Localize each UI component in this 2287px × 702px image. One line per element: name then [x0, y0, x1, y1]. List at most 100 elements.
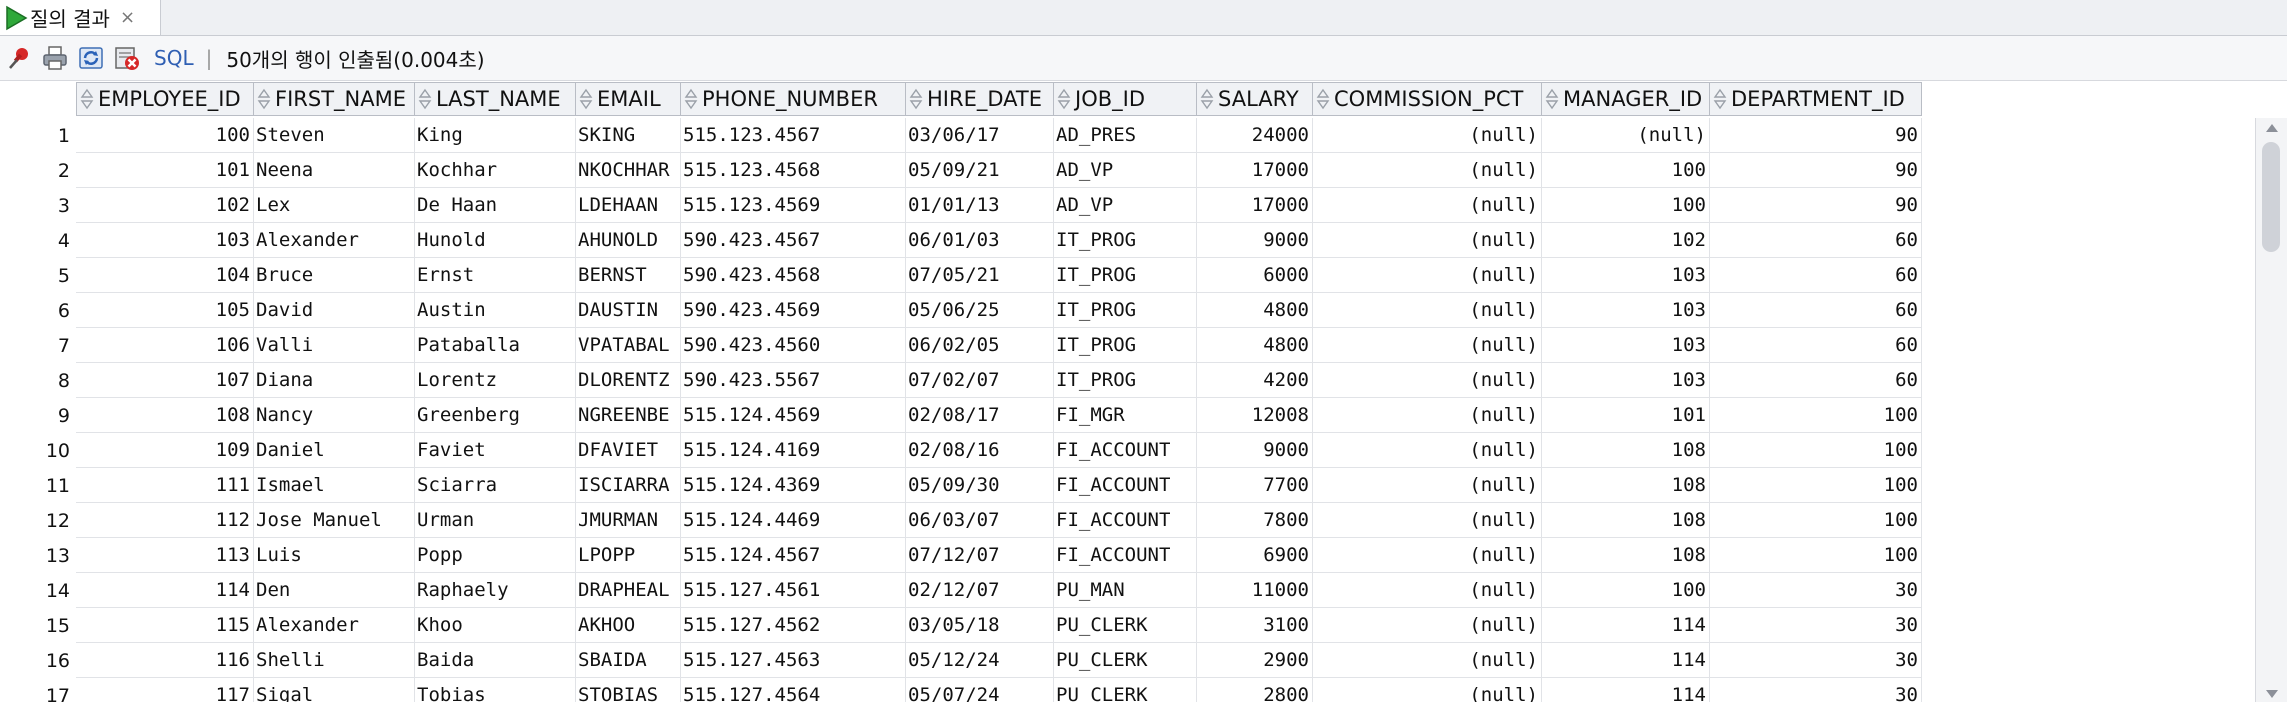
table-row[interactable]: 7 106 Valli Pataballa VPATABAL 590.423.4560 06… — [0, 328, 1922, 363]
cell-commission-pct[interactable]: (null) — [1313, 363, 1542, 398]
cell-phone-number[interactable]: 590.423.5567 — [681, 363, 906, 398]
cell-commission-pct[interactable]: (null) — [1313, 258, 1542, 293]
row-number[interactable]: 15 — [0, 608, 76, 643]
row-number[interactable]: 1 — [0, 118, 76, 153]
table-row[interactable]: 4 103 Alexander Hunold AHUNOLD 590.423.4567 06… — [0, 223, 1922, 258]
cell-manager-id[interactable]: 108 — [1542, 503, 1710, 538]
cell-hire-date[interactable]: 02/08/17 — [906, 398, 1054, 433]
cell-email[interactable]: AHUNOLD — [576, 223, 681, 258]
sort-icon[interactable] — [1057, 88, 1071, 110]
cell-commission-pct[interactable]: (null) — [1313, 293, 1542, 328]
cell-salary[interactable]: 9000 — [1197, 223, 1313, 258]
cell-first-name[interactable]: Alexander — [254, 223, 415, 258]
cell-employee-id[interactable]: 100 — [76, 118, 254, 153]
scroll-up-icon[interactable] — [2264, 122, 2280, 134]
cell-last-name[interactable]: Khoo — [415, 608, 576, 643]
cell-first-name[interactable]: Steven — [254, 118, 415, 153]
cell-job-id[interactable]: PU_CLERK — [1054, 643, 1197, 678]
row-number[interactable]: 16 — [0, 643, 76, 678]
table-row[interactable]: 8 107 Diana Lorentz DLORENTZ 590.423.5567 07/0… — [0, 363, 1922, 398]
sql-link[interactable]: SQL — [154, 46, 194, 70]
sort-icon[interactable] — [1316, 88, 1330, 110]
cell-department-id[interactable]: 100 — [1710, 468, 1922, 503]
cell-hire-date[interactable]: 02/08/16 — [906, 433, 1054, 468]
cell-last-name[interactable]: Faviet — [415, 433, 576, 468]
cell-employee-id[interactable]: 103 — [76, 223, 254, 258]
table-row[interactable]: 10 109 Daniel Faviet DFAVIET 515.124.4169 02/0… — [0, 433, 1922, 468]
cell-salary[interactable]: 7700 — [1197, 468, 1313, 503]
cell-job-id[interactable]: FI_ACCOUNT — [1054, 503, 1197, 538]
cell-email[interactable]: VPATABAL — [576, 328, 681, 363]
cell-department-id[interactable]: 60 — [1710, 293, 1922, 328]
table-row[interactable]: 14 114 Den Raphaely DRAPHEAL 515.127.4561 02/1… — [0, 573, 1922, 608]
cell-job-id[interactable]: IT_PROG — [1054, 328, 1197, 363]
cell-job-id[interactable]: IT_PROG — [1054, 223, 1197, 258]
cell-email[interactable]: DRAPHEAL — [576, 573, 681, 608]
cell-manager-id[interactable]: 103 — [1542, 328, 1710, 363]
cell-manager-id[interactable]: 101 — [1542, 398, 1710, 433]
cell-manager-id[interactable]: 103 — [1542, 258, 1710, 293]
cell-job-id[interactable]: FI_MGR — [1054, 398, 1197, 433]
cell-phone-number[interactable]: 515.127.4563 — [681, 643, 906, 678]
row-number[interactable]: 2 — [0, 153, 76, 188]
cell-salary[interactable]: 11000 — [1197, 573, 1313, 608]
sort-icon[interactable] — [579, 88, 593, 110]
cell-commission-pct[interactable]: (null) — [1313, 433, 1542, 468]
cell-hire-date[interactable]: 03/05/18 — [906, 608, 1054, 643]
table-row[interactable]: 2 101 Neena Kochhar NKOCHHAR 515.123.4568 05/0… — [0, 153, 1922, 188]
cell-hire-date[interactable]: 06/03/07 — [906, 503, 1054, 538]
cell-job-id[interactable]: IT_PROG — [1054, 258, 1197, 293]
cell-department-id[interactable]: 30 — [1710, 608, 1922, 643]
cell-first-name[interactable]: Ismael — [254, 468, 415, 503]
cell-email[interactable]: LPOPP — [576, 538, 681, 573]
cell-commission-pct[interactable]: (null) — [1313, 503, 1542, 538]
cell-hire-date[interactable]: 05/07/24 — [906, 678, 1054, 702]
column-header-first-name[interactable]: FIRST_NAME — [254, 82, 415, 116]
cell-commission-pct[interactable]: (null) — [1313, 398, 1542, 433]
cell-first-name[interactable]: Luis — [254, 538, 415, 573]
cell-phone-number[interactable]: 515.123.4569 — [681, 188, 906, 223]
cell-first-name[interactable]: Neena — [254, 153, 415, 188]
cell-email[interactable]: SKING — [576, 118, 681, 153]
cell-employee-id[interactable]: 101 — [76, 153, 254, 188]
cell-hire-date[interactable]: 01/01/13 — [906, 188, 1054, 223]
cell-job-id[interactable]: PU_MAN — [1054, 573, 1197, 608]
cell-salary[interactable]: 6900 — [1197, 538, 1313, 573]
cell-hire-date[interactable]: 05/09/21 — [906, 153, 1054, 188]
column-header-job-id[interactable]: JOB_ID — [1054, 82, 1197, 116]
cell-phone-number[interactable]: 515.124.4569 — [681, 398, 906, 433]
cell-employee-id[interactable]: 111 — [76, 468, 254, 503]
cell-department-id[interactable]: 90 — [1710, 153, 1922, 188]
cell-manager-id[interactable]: 114 — [1542, 678, 1710, 702]
cell-phone-number[interactable]: 515.124.4567 — [681, 538, 906, 573]
row-number[interactable]: 6 — [0, 293, 76, 328]
scroll-thumb[interactable] — [2262, 142, 2280, 252]
cell-phone-number[interactable]: 515.127.4564 — [681, 678, 906, 702]
cell-last-name[interactable]: Raphaely — [415, 573, 576, 608]
column-header-phone-number[interactable]: PHONE_NUMBER — [681, 82, 906, 116]
cell-email[interactable]: DAUSTIN — [576, 293, 681, 328]
table-row[interactable]: 16 116 Shelli Baida SBAIDA 515.127.4563 05/12/… — [0, 643, 1922, 678]
cell-first-name[interactable]: Nancy — [254, 398, 415, 433]
cell-commission-pct[interactable]: (null) — [1313, 643, 1542, 678]
cell-phone-number[interactable]: 515.124.4369 — [681, 468, 906, 503]
cell-phone-number[interactable]: 515.123.4568 — [681, 153, 906, 188]
row-number[interactable]: 5 — [0, 258, 76, 293]
row-number[interactable]: 10 — [0, 433, 76, 468]
cell-first-name[interactable]: Lex — [254, 188, 415, 223]
cell-salary[interactable]: 17000 — [1197, 153, 1313, 188]
cell-manager-id[interactable]: 108 — [1542, 468, 1710, 503]
cell-employee-id[interactable]: 117 — [76, 678, 254, 702]
cell-job-id[interactable]: FI_ACCOUNT — [1054, 538, 1197, 573]
cell-job-id[interactable]: PU_CLERK — [1054, 608, 1197, 643]
cell-manager-id[interactable]: 108 — [1542, 538, 1710, 573]
cell-salary[interactable]: 4800 — [1197, 328, 1313, 363]
cell-employee-id[interactable]: 108 — [76, 398, 254, 433]
cell-first-name[interactable]: Jose Manuel — [254, 503, 415, 538]
cell-job-id[interactable]: FI_ACCOUNT — [1054, 433, 1197, 468]
cell-email[interactable]: JMURMAN — [576, 503, 681, 538]
cell-department-id[interactable]: 60 — [1710, 363, 1922, 398]
cell-job-id[interactable]: IT_PROG — [1054, 293, 1197, 328]
cell-first-name[interactable]: Shelli — [254, 643, 415, 678]
cell-first-name[interactable]: Valli — [254, 328, 415, 363]
